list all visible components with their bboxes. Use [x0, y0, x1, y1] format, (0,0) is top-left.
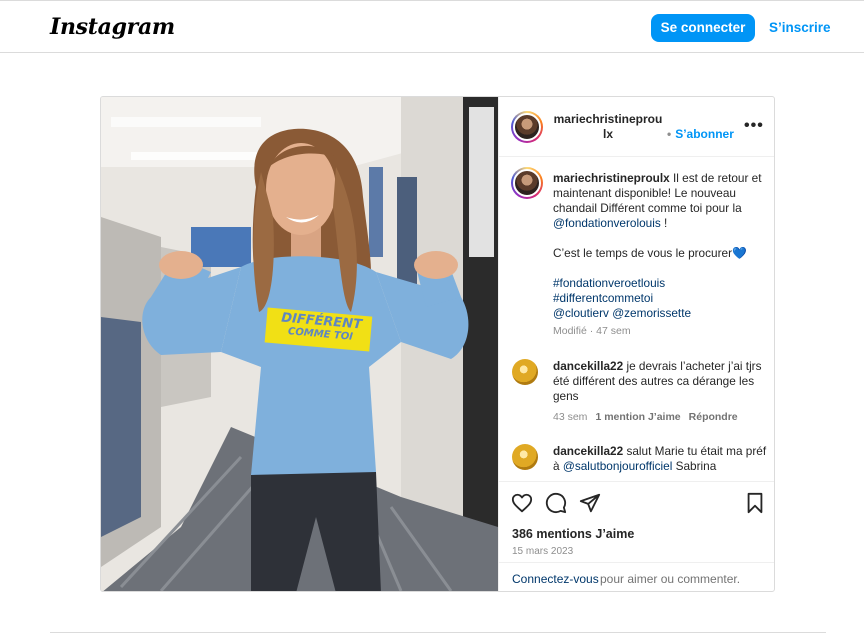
likes-count[interactable]: 386 mentions J’aime — [512, 527, 634, 541]
post-card: DIFFÉRENT COMME TOI mariechristineprou l… — [100, 96, 775, 592]
post-actions: 386 mentions J’aime 15 mars 2023 Connect… — [499, 481, 774, 591]
caption-line2: C’est le temps de vous le procurer💙 — [553, 246, 747, 260]
caption-mention[interactable]: @fondationverolouis — [553, 216, 661, 230]
comment-likes-link[interactable]: 1 mention J’aime — [595, 411, 680, 423]
bookmark-icon[interactable] — [744, 492, 766, 514]
top-nav-bar: Instagram Se connecter S’inscrire — [0, 0, 864, 53]
caption-avatar[interactable] — [511, 167, 543, 199]
footer-divider — [50, 632, 826, 633]
comment-mention[interactable]: @salutbonjourofficiel — [563, 459, 672, 473]
more-options-icon[interactable]: ••• — [744, 117, 764, 135]
login-button[interactable]: Se connecter — [651, 14, 755, 42]
commenter-avatar[interactable] — [512, 444, 538, 470]
follow-button[interactable]: • S’abonner — [667, 127, 734, 141]
post-sidebar: mariechristineprou lx • S’abonner ••• mar… — [498, 97, 774, 591]
author-avatar[interactable] — [511, 111, 543, 143]
comment-meta: 43 sem 1 mention J’aime Répondre — [553, 411, 738, 423]
signup-link[interactable]: S’inscrire — [769, 14, 831, 42]
post-photo[interactable]: DIFFÉRENT COMME TOI — [101, 97, 498, 591]
mention-link[interactable]: @zemorissette — [612, 306, 691, 320]
login-link[interactable]: Connectez-vous — [512, 572, 599, 586]
comment-username[interactable]: dancekilla22 — [553, 444, 623, 458]
hashtag[interactable]: #fondationveroetlouis — [553, 276, 767, 291]
comment-text-end: Sabrina — [675, 459, 717, 473]
author-username[interactable]: mariechristineprou lx — [553, 112, 663, 142]
follow-label: S’abonner — [675, 127, 734, 141]
comment-body: dancekilla22 je devrais l’acheter j’ai t… — [553, 359, 767, 404]
commenter-avatar[interactable] — [512, 359, 538, 385]
mention-link[interactable]: @cloutierv — [553, 306, 609, 320]
author-username-line2: lx — [602, 127, 613, 141]
post-header: mariechristineprou lx • S’abonner ••• — [499, 97, 774, 157]
share-icon[interactable] — [579, 492, 601, 514]
comments-list[interactable]: mariechristineproulx Il est de retour et… — [499, 157, 774, 481]
login-prompt-text: pour aimer ou commenter. — [600, 572, 741, 586]
caption-end: ! — [664, 216, 668, 230]
office-photo-illustration — [101, 97, 498, 591]
comment-username[interactable]: dancekilla22 — [553, 359, 623, 373]
caption-mentions: @cloutierv @zemorissette — [553, 306, 767, 321]
comment-time: 43 sem — [553, 411, 588, 423]
reply-link[interactable]: Répondre — [689, 411, 738, 423]
instagram-logo[interactable]: Instagram — [50, 14, 175, 40]
caption: mariechristineproulx Il est de retour et… — [553, 171, 767, 231]
comment-icon[interactable] — [545, 492, 567, 514]
heart-icon[interactable] — [511, 492, 533, 514]
caption-meta: Modifié · 47 sem — [553, 325, 631, 337]
author-username-line1: mariechristineprou — [553, 112, 663, 126]
login-prompt: Connectez-vous pour aimer ou commenter. — [499, 562, 774, 591]
post-date: 15 mars 2023 — [512, 546, 574, 557]
comment-body: dancekilla22 salut Marie tu était ma pré… — [553, 444, 767, 474]
hashtag[interactable]: #differentcommetoi — [553, 291, 767, 306]
caption-username[interactable]: mariechristineproulx — [553, 171, 670, 185]
